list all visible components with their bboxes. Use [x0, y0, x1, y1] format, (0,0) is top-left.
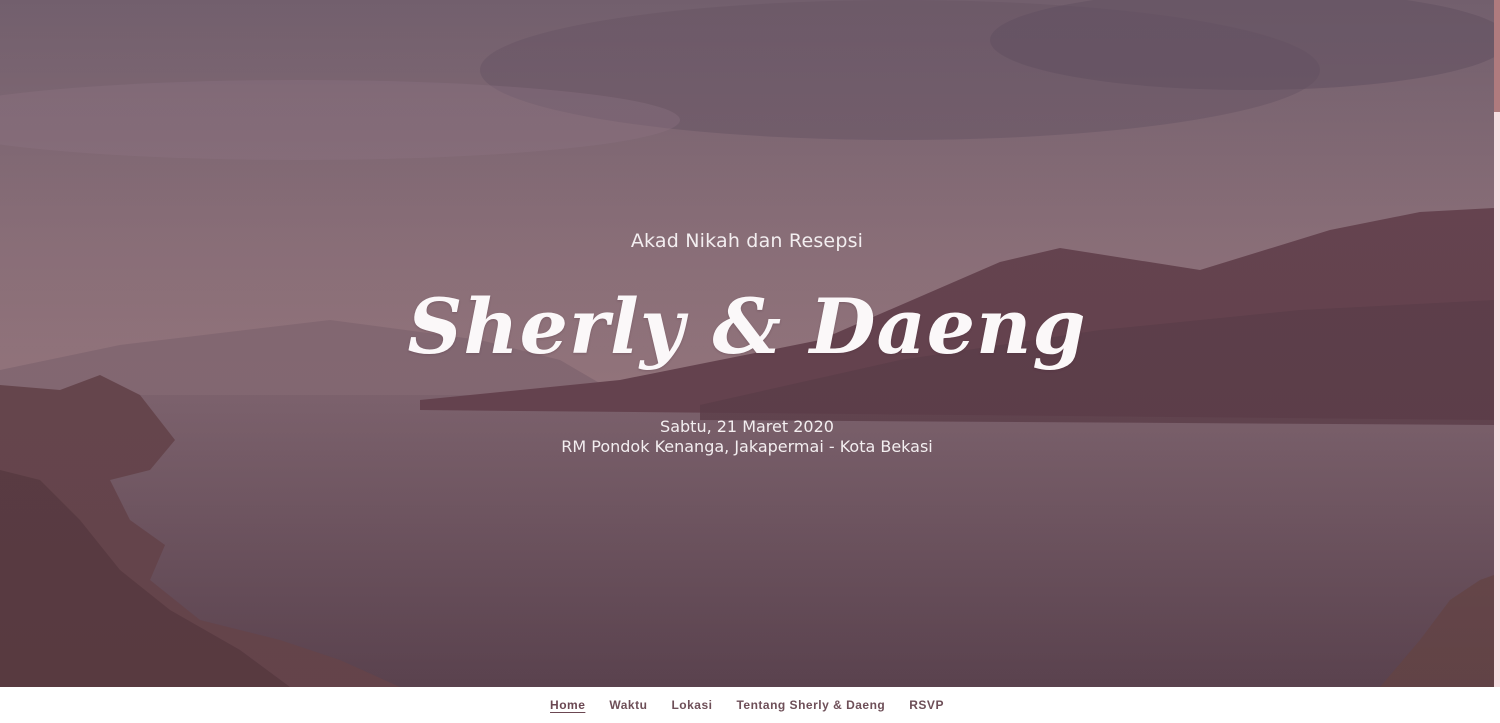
event-type-text: Akad Nikah dan Resepsi	[630, 230, 864, 252]
main-navbar: Home Waktu Lokasi Tentang Sherly & Daeng…	[0, 687, 1500, 723]
nav-item-rsvp[interactable]: RSVP	[897, 698, 956, 712]
nav-list: Home Waktu Lokasi Tentang Sherly & Daeng…	[538, 698, 956, 712]
scrollbar-track[interactable]	[1494, 0, 1500, 687]
nav-item-waktu[interactable]: Waktu	[597, 698, 659, 712]
scrollbar-thumb[interactable]	[1494, 0, 1500, 112]
page: Akad Nikah dan Resepsi Sherly & Daeng Sa…	[0, 0, 1500, 723]
couple-names-title: Sherly & Daeng	[407, 282, 1087, 371]
event-venue-text: RM Pondok Kenanga, Jakapermai - Kota Bek…	[561, 437, 933, 456]
nav-item-tentang[interactable]: Tentang Sherly & Daeng	[724, 698, 897, 712]
nav-item-home[interactable]: Home	[538, 698, 597, 712]
nav-item-lokasi[interactable]: Lokasi	[659, 698, 724, 712]
hero-content: Akad Nikah dan Resepsi Sherly & Daeng Sa…	[0, 0, 1494, 687]
event-date-text: Sabtu, 21 Maret 2020	[660, 417, 834, 436]
hero-section: Akad Nikah dan Resepsi Sherly & Daeng Sa…	[0, 0, 1494, 687]
